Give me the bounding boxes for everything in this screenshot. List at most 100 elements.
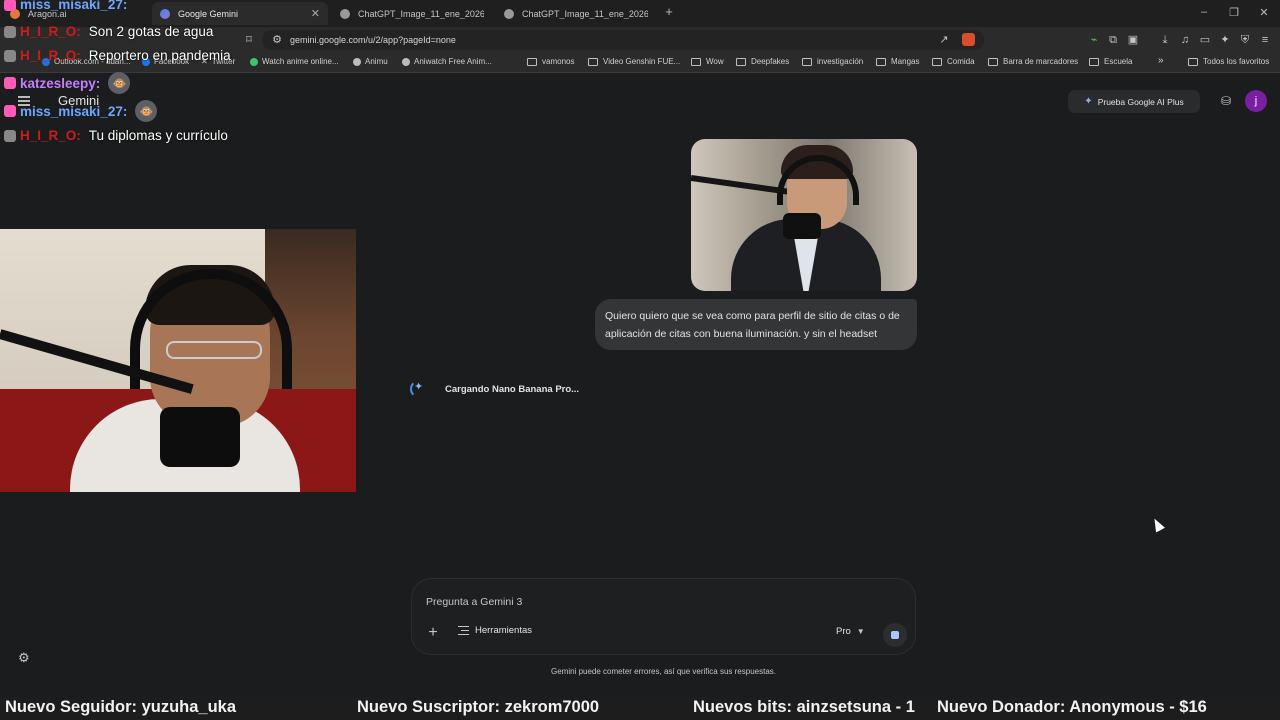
tab-chatgpt-image-2[interactable]: ChatGPT_Image_11_ene_2026_18_58 bbox=[496, 2, 656, 25]
restore-icon[interactable]: ❐ bbox=[1227, 6, 1241, 19]
minimize-icon[interactable]: – bbox=[1197, 6, 1211, 18]
stop-generation-button[interactable] bbox=[883, 623, 907, 647]
more-bookmarks-button[interactable]: » bbox=[1158, 55, 1164, 66]
chat-username: miss_misaki_27: bbox=[20, 103, 128, 119]
chat-line: H_I_R_O: Reportero en pandemia bbox=[4, 48, 231, 63]
url-field[interactable]: ⚙ gemini.google.com/u/2/app?pageId=none … bbox=[262, 30, 984, 50]
microphone bbox=[783, 213, 821, 239]
new-subscriber-alert: Nuevo Suscriptor: zekrom7000 bbox=[357, 698, 600, 716]
folder-icon bbox=[802, 57, 812, 66]
chat-username: H_I_R_O: bbox=[20, 128, 81, 143]
bookmark-label: Barra de marcadores bbox=[1003, 57, 1079, 66]
share-icon[interactable]: ↗ bbox=[938, 34, 950, 46]
bookmark-label: Todos los favoritos bbox=[1203, 57, 1270, 66]
extension-icon[interactable]: ⌁ bbox=[1088, 34, 1100, 46]
download-icon[interactable]: ⤓ bbox=[1159, 34, 1171, 46]
wallet-icon[interactable]: ▭ bbox=[1199, 34, 1211, 46]
folder-icon bbox=[932, 57, 942, 66]
media-icon[interactable]: ♫ bbox=[1179, 34, 1191, 46]
chat-username: miss_misaki_27: bbox=[20, 0, 128, 12]
prompt-input[interactable] bbox=[426, 593, 896, 611]
bookmark-folder-all-favorites[interactable]: Todos los favoritos bbox=[1188, 57, 1269, 66]
prompt-composer: + Herramientas Pro ▼ bbox=[411, 578, 916, 655]
bookmark-folder-mangas[interactable]: Mangas bbox=[876, 57, 919, 66]
tools-button[interactable]: Herramientas bbox=[458, 625, 532, 636]
streamer-webcam bbox=[0, 229, 356, 492]
tab-title: ChatGPT_Image_11_ene_2026_18_58 bbox=[358, 8, 484, 19]
temporary-chat-icon[interactable]: ⛁ bbox=[1219, 94, 1233, 108]
account-avatar[interactable]: j bbox=[1245, 90, 1267, 112]
chat-username: H_I_R_O: bbox=[20, 24, 81, 39]
new-tab-button[interactable]: + bbox=[662, 4, 676, 19]
folder-icon bbox=[988, 57, 998, 66]
bookmark-folder-escuela[interactable]: Escuela bbox=[1089, 57, 1132, 66]
screen: Aragon.ai Google Gemini ✕ ChatGPT_Image_… bbox=[0, 0, 1280, 720]
bookmark-label: vamonos bbox=[542, 57, 575, 66]
stream-chat-overlay: miss_misaki_27: H_I_R_O: Son 2 gotas de … bbox=[0, 0, 360, 150]
folder-icon bbox=[1188, 57, 1198, 66]
uploaded-image[interactable] bbox=[691, 139, 917, 291]
subscriber-badge-icon bbox=[4, 105, 16, 117]
bookmark-folder-investigacion[interactable]: investigación bbox=[802, 57, 863, 66]
tools-label: Herramientas bbox=[475, 625, 533, 636]
chat-message: Tu diplomas y currículo bbox=[88, 128, 228, 143]
disclaimer: Gemini puede cometer errores, así que ve… bbox=[551, 667, 776, 676]
folder-icon bbox=[691, 57, 701, 66]
monkey-emote-icon: 🐵 bbox=[108, 72, 131, 94]
folder-icon bbox=[1089, 57, 1099, 66]
gemini-spark-spinner-icon bbox=[410, 380, 428, 398]
stop-icon bbox=[891, 631, 899, 639]
bookmark-label: Deepfakes bbox=[751, 57, 790, 66]
bookmark-label: Wow bbox=[706, 57, 724, 66]
chat-message: Son 2 gotas de agua bbox=[88, 24, 214, 39]
webcam-microphone bbox=[160, 407, 240, 467]
extensions-puzzle-icon[interactable]: ⧉ bbox=[1107, 34, 1119, 46]
try-ai-plus-button[interactable]: ✦ Prueba Google AI Plus bbox=[1068, 90, 1200, 113]
brave-shield-icon[interactable] bbox=[962, 33, 975, 46]
bookmark-folder-video-genshin[interactable]: Video Genshin FUE... bbox=[588, 57, 680, 66]
bookmark-label: Comida bbox=[947, 57, 975, 66]
chat-username: katzesleepy: bbox=[20, 75, 101, 91]
bookmark-folder-vamonos[interactable]: vamonos bbox=[527, 57, 574, 66]
close-window-icon[interactable]: ✕ bbox=[1257, 6, 1271, 19]
moderator-badge-icon bbox=[4, 49, 16, 62]
leo-ai-icon[interactable]: ✦ bbox=[1219, 34, 1231, 46]
chat-line: miss_misaki_27: 🐵 bbox=[4, 100, 158, 122]
folder-icon bbox=[876, 57, 886, 66]
chat-line: miss_misaki_27: bbox=[4, 0, 135, 12]
model-mode-selector[interactable]: Pro ▼ bbox=[836, 626, 865, 637]
chat-username: H_I_R_O: bbox=[20, 48, 81, 63]
bookmark-aniwatch[interactable]: Aniwatch Free Anim... bbox=[402, 57, 492, 66]
monkey-emote-icon: 🐵 bbox=[135, 100, 158, 122]
subscriber-badge-icon bbox=[4, 77, 16, 89]
bookmark-label: Mangas bbox=[891, 57, 920, 66]
mode-label: Pro bbox=[836, 626, 851, 637]
sparkle-icon: ✦ bbox=[1084, 96, 1093, 107]
chevron-down-icon: ▼ bbox=[856, 627, 865, 636]
settings-gear-icon[interactable]: ⚙ bbox=[18, 650, 30, 666]
chat-line: H_I_R_O: Son 2 gotas de agua bbox=[4, 24, 213, 39]
bookmark-label: Animu bbox=[365, 57, 388, 66]
loading-indicator: Cargando Nano Banana Pro... bbox=[410, 380, 579, 398]
webcam-glasses bbox=[166, 341, 262, 359]
bookmark-folder-barra[interactable]: Barra de marcadores bbox=[988, 57, 1078, 66]
loading-text: Cargando Nano Banana Pro... bbox=[445, 383, 580, 395]
sidebar-icon[interactable]: ▣ bbox=[1127, 34, 1139, 46]
vpn-icon[interactable]: ⛨ bbox=[1239, 34, 1251, 46]
folder-icon bbox=[736, 57, 746, 66]
folder-icon bbox=[588, 57, 598, 66]
add-attachment-icon[interactable]: + bbox=[426, 625, 440, 641]
bookmark-folder-deepfakes[interactable]: Deepfakes bbox=[736, 57, 789, 66]
chat-line: H_I_R_O: Tu diplomas y currículo bbox=[4, 128, 228, 143]
chat-line: katzesleepy: 🐵 bbox=[4, 72, 131, 94]
bookmark-label: investigación bbox=[817, 57, 864, 66]
image-favicon-icon bbox=[504, 8, 514, 19]
aniwatch-icon bbox=[402, 57, 410, 66]
bookmark-folder-wow[interactable]: Wow bbox=[691, 57, 724, 66]
tab-title: ChatGPT_Image_11_ene_2026_18_58 bbox=[522, 8, 648, 19]
tools-sliders-icon bbox=[458, 626, 469, 635]
new-follower-alert: Nuevo Seguidor: yuzuha_uka bbox=[5, 698, 237, 716]
bookmark-folder-comida[interactable]: Comida bbox=[932, 57, 975, 66]
browser-menu-icon[interactable]: ≡ bbox=[1259, 34, 1271, 46]
moderator-badge-icon bbox=[4, 129, 16, 142]
